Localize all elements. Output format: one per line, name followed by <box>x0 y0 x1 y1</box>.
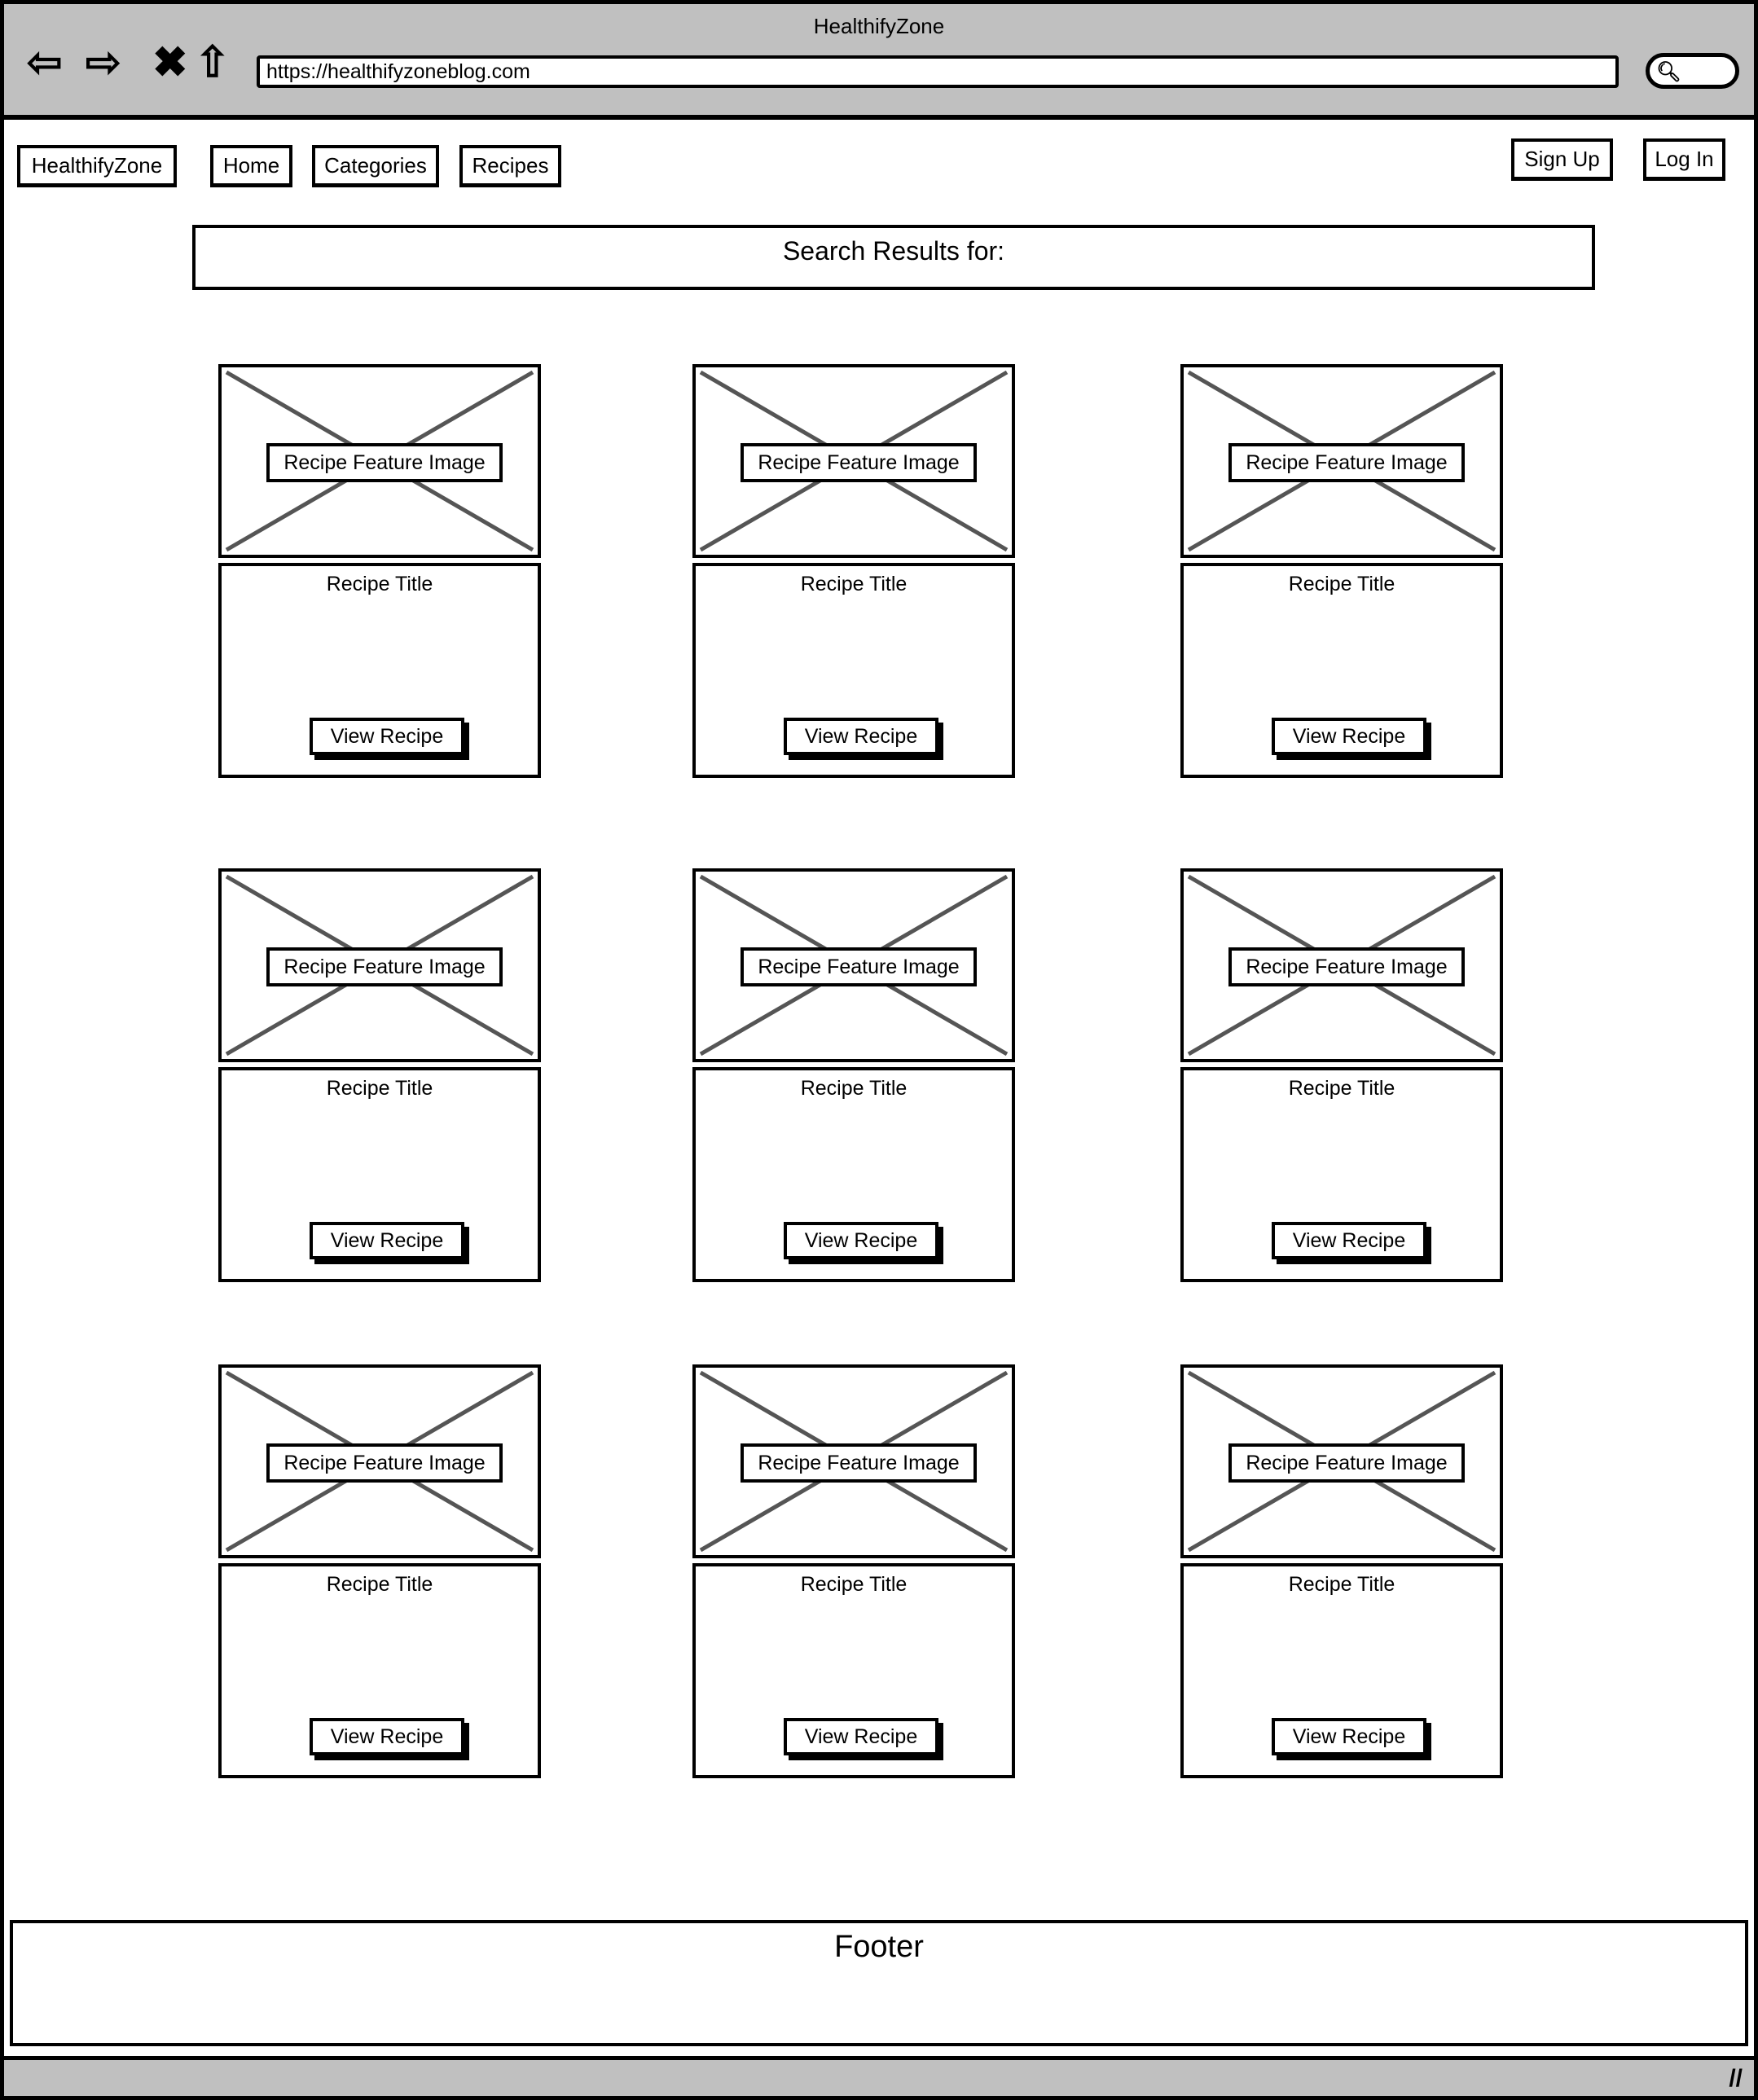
sign-up-button[interactable]: Sign Up <box>1511 138 1613 181</box>
image-placeholder: Recipe Feature Image <box>692 364 1015 558</box>
view-recipe-button[interactable]: View Recipe <box>1272 718 1426 755</box>
feature-image-label: Recipe Feature Image <box>266 443 503 482</box>
view-recipe-button[interactable]: View Recipe <box>310 718 464 755</box>
view-recipe-button[interactable]: View Recipe <box>784 1718 938 1755</box>
view-recipe-button[interactable]: View Recipe <box>310 1222 464 1259</box>
recipe-title: Recipe Title <box>326 1573 433 1596</box>
feature-image-label: Recipe Feature Image <box>1228 1443 1465 1483</box>
recipe-title: Recipe Title <box>1288 1077 1395 1100</box>
feature-image-label: Recipe Feature Image <box>266 947 503 986</box>
recipe-title: Recipe Title <box>1288 1573 1395 1596</box>
card-body: Recipe Title View Recipe <box>692 1563 1015 1778</box>
view-recipe-button[interactable]: View Recipe <box>784 1222 938 1259</box>
feature-image-label: Recipe Feature Image <box>1228 947 1465 986</box>
image-placeholder: Recipe Feature Image <box>1180 364 1503 558</box>
card-body: Recipe Title View Recipe <box>692 563 1015 778</box>
image-placeholder: Recipe Feature Image <box>1180 868 1503 1062</box>
image-placeholder: Recipe Feature Image <box>218 868 541 1062</box>
recipe-title: Recipe Title <box>1288 573 1395 595</box>
feature-image-label: Recipe Feature Image <box>741 947 977 986</box>
image-placeholder: Recipe Feature Image <box>218 364 541 558</box>
footer: Footer <box>10 1920 1748 2046</box>
image-placeholder: Recipe Feature Image <box>218 1364 541 1558</box>
recipe-title: Recipe Title <box>326 573 433 595</box>
feature-image-label: Recipe Feature Image <box>266 1443 503 1483</box>
view-recipe-button[interactable]: View Recipe <box>310 1718 464 1755</box>
nav-categories[interactable]: Categories <box>312 145 439 187</box>
view-recipe-button[interactable]: View Recipe <box>1272 1718 1426 1755</box>
logo-button[interactable]: HealthifyZone <box>17 145 177 187</box>
feature-image-label: Recipe Feature Image <box>741 1443 977 1483</box>
nav-home[interactable]: Home <box>210 145 292 187</box>
card-body: Recipe Title View Recipe <box>692 1067 1015 1282</box>
search-results-heading: Search Results for: <box>192 225 1595 290</box>
image-placeholder: Recipe Feature Image <box>692 868 1015 1062</box>
stop-icon[interactable]: ✖ <box>152 38 188 87</box>
card-body: Recipe Title View Recipe <box>1180 1563 1503 1778</box>
feature-image-label: Recipe Feature Image <box>741 443 977 482</box>
search-icon: 🔍︎ <box>1656 61 1681 83</box>
recipe-title: Recipe Title <box>800 573 908 595</box>
forward-icon[interactable]: ⇨ <box>86 38 121 87</box>
card-body: Recipe Title View Recipe <box>218 1563 541 1778</box>
card-body: Recipe Title View Recipe <box>1180 1067 1503 1282</box>
home-icon[interactable]: ⇧ <box>195 38 231 87</box>
resize-grip-icon[interactable]: // <box>1729 2065 1743 2093</box>
card-body: Recipe Title View Recipe <box>218 563 541 778</box>
log-in-button[interactable]: Log In <box>1643 138 1725 181</box>
image-placeholder: Recipe Feature Image <box>692 1364 1015 1558</box>
browser-chrome: HealthifyZone ⇦ ⇨ ✖ ⇧ https://healthifyz… <box>0 0 1758 120</box>
browser-search-field[interactable]: 🔍︎ <box>1646 53 1739 89</box>
feature-image-label: Recipe Feature Image <box>1228 443 1465 482</box>
card-body: Recipe Title View Recipe <box>1180 563 1503 778</box>
recipe-title: Recipe Title <box>800 1077 908 1100</box>
back-icon[interactable]: ⇦ <box>27 38 63 87</box>
view-recipe-button[interactable]: View Recipe <box>784 718 938 755</box>
window-title: HealthifyZone <box>813 14 945 38</box>
nav-recipes[interactable]: Recipes <box>459 145 561 187</box>
address-bar[interactable]: https://healthifyzoneblog.com <box>257 55 1619 88</box>
card-body: Recipe Title View Recipe <box>218 1067 541 1282</box>
recipe-title: Recipe Title <box>800 1573 908 1596</box>
status-bar: // <box>0 2056 1758 2100</box>
recipe-title: Recipe Title <box>326 1077 433 1100</box>
view-recipe-button[interactable]: View Recipe <box>1272 1222 1426 1259</box>
image-placeholder: Recipe Feature Image <box>1180 1364 1503 1558</box>
